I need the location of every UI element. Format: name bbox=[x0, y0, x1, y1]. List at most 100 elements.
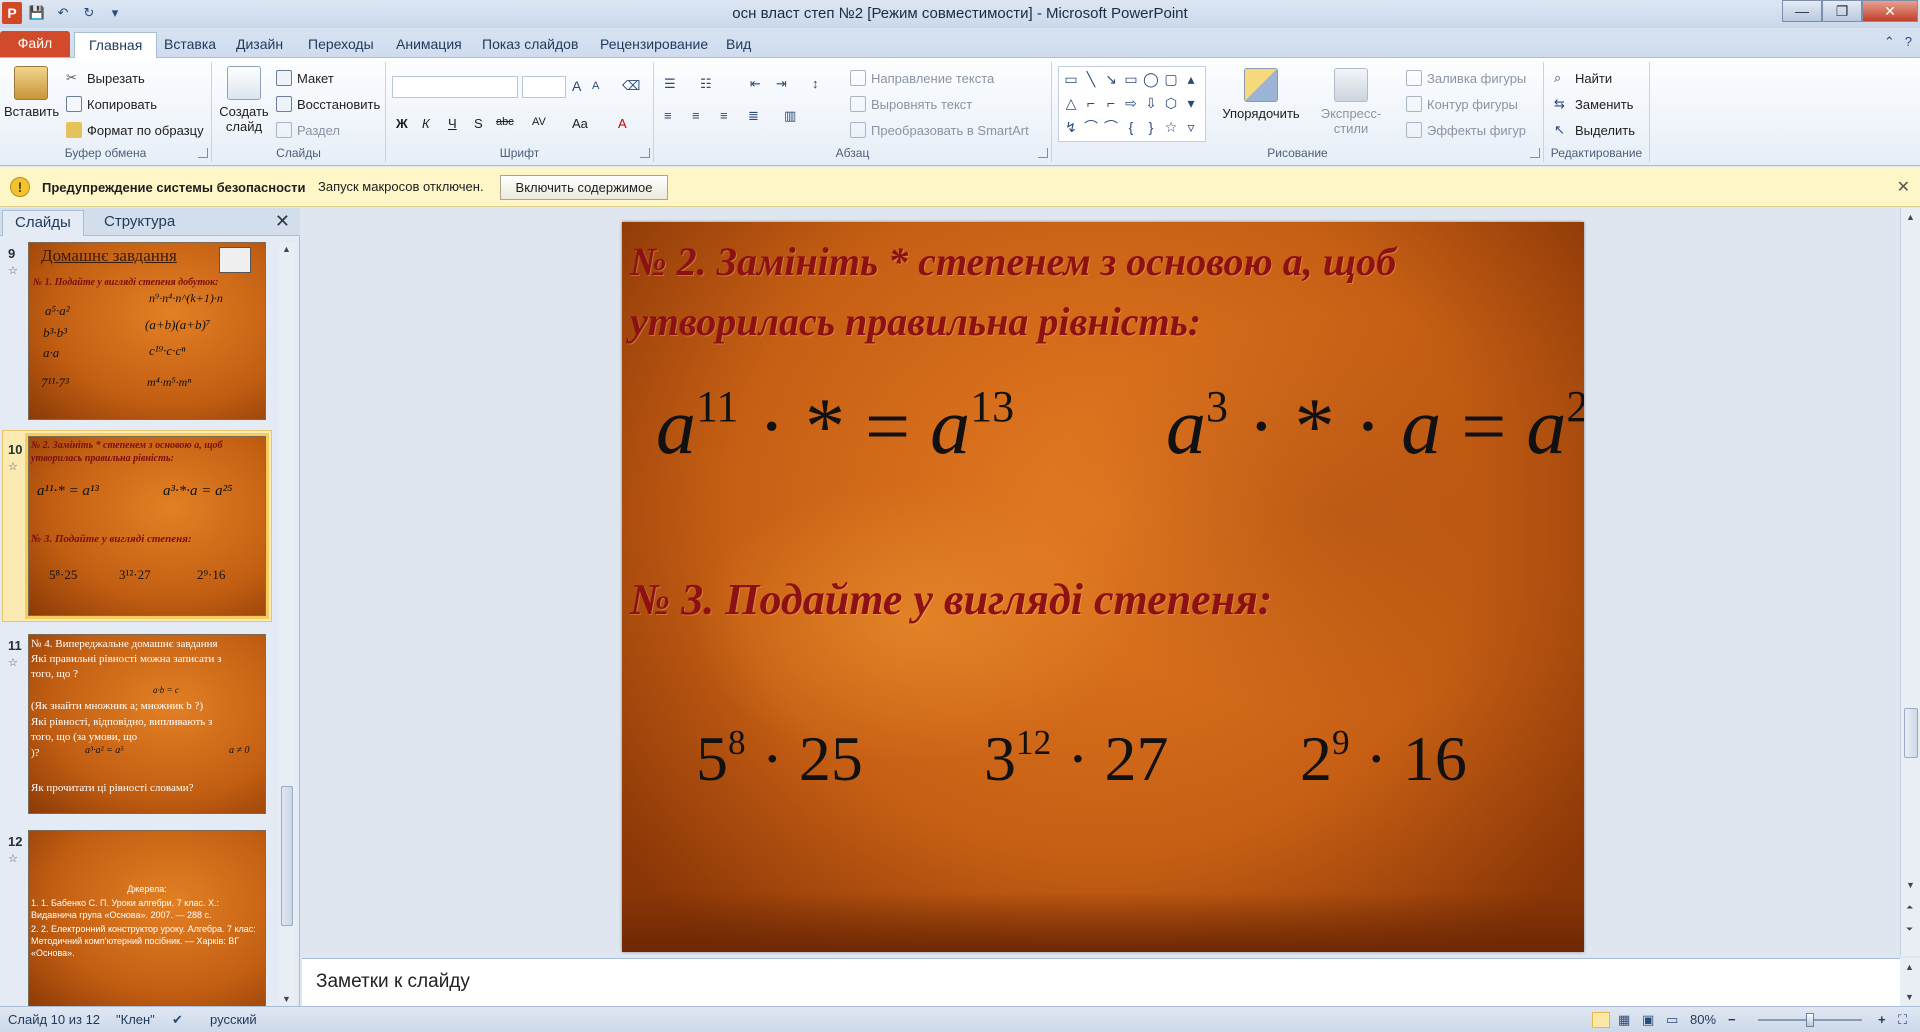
zoom-knob[interactable] bbox=[1806, 1013, 1814, 1027]
tab-slides[interactable]: Слайды bbox=[2, 210, 84, 236]
help-icon[interactable]: ? bbox=[1905, 34, 1912, 50]
italic-button[interactable]: К bbox=[422, 116, 430, 131]
align-right-icon[interactable]: ≡ bbox=[720, 108, 728, 123]
normal-view-icon[interactable] bbox=[1592, 1012, 1610, 1028]
change-case-button[interactable]: Aa bbox=[572, 116, 588, 131]
char-spacing-button[interactable]: AV bbox=[532, 116, 546, 128]
decrease-indent-icon[interactable]: ⇤ bbox=[750, 76, 761, 92]
tab-review[interactable]: Рецензирование bbox=[586, 32, 722, 58]
font-launcher-icon[interactable] bbox=[640, 148, 650, 158]
notes-pane[interactable]: Заметки к слайду bbox=[302, 958, 1900, 1006]
minimize-ribbon-icon[interactable]: ⌃ bbox=[1884, 34, 1895, 50]
slide-thumbnail-11[interactable]: № 4. Випереджальне домашнє завдання Які … bbox=[28, 634, 266, 814]
clipboard-launcher-icon[interactable] bbox=[198, 148, 208, 158]
align-left-icon[interactable]: ≡ bbox=[664, 108, 672, 123]
shape-textbox[interactable]: ▭ bbox=[1061, 67, 1081, 91]
line-spacing-icon[interactable]: ↕ bbox=[812, 76, 819, 91]
scroll-down-icon[interactable]: ▼ bbox=[1905, 992, 1914, 1002]
columns-icon[interactable]: ▥ bbox=[784, 108, 796, 124]
copy-button[interactable]: Копировать bbox=[66, 96, 157, 112]
clear-format-icon[interactable]: ⌫ bbox=[622, 78, 640, 94]
shape-arc-2[interactable]: ⌒ bbox=[1101, 115, 1121, 139]
slide-title-2[interactable]: № 3. Подайте у вигляді степеня: bbox=[630, 574, 1272, 625]
panel-scrollbar[interactable]: ▲ ▼ bbox=[279, 242, 295, 1006]
text-direction-button[interactable]: Направление текста bbox=[850, 70, 994, 86]
maximize-button[interactable]: ❐ bbox=[1822, 0, 1862, 22]
underline-button[interactable]: Ч bbox=[448, 116, 457, 131]
tab-insert[interactable]: Вставка bbox=[150, 32, 230, 58]
shape-right-arrow[interactable]: ⇨ bbox=[1121, 91, 1141, 115]
shape-star[interactable]: ☆ bbox=[1161, 115, 1181, 139]
scroll-up-icon[interactable]: ▲ bbox=[1906, 212, 1915, 222]
shape-line[interactable]: ╲ bbox=[1081, 67, 1101, 91]
shapes-gallery[interactable]: ▭ ╲ ↘ ▭ ◯ ▢ ▴ △ ⌐ ⌐ ⇨ ⇩ ⬡ ▾ ↯ ⌒ ⌒ { } ☆ bbox=[1058, 66, 1206, 142]
close-icon[interactable]: ✕ bbox=[1897, 177, 1910, 197]
zoom-out-icon[interactable]: − bbox=[1728, 1012, 1736, 1027]
font-name-select[interactable] bbox=[392, 76, 518, 98]
zoom-in-icon[interactable]: + bbox=[1878, 1012, 1886, 1027]
notes-scrollbar[interactable]: ▲ ▼ bbox=[1900, 958, 1920, 1006]
editor-scroll-thumb[interactable] bbox=[1904, 708, 1918, 758]
shape-rectangle[interactable]: ▭ bbox=[1121, 67, 1141, 91]
equation-2[interactable]: a3 · * · a = a25 bbox=[1166, 382, 1584, 473]
bullets-icon[interactable]: ☰ bbox=[664, 76, 676, 92]
theme-name[interactable]: "Клен" bbox=[116, 1012, 155, 1027]
font-color-button[interactable]: A bbox=[618, 116, 627, 131]
paragraph-launcher-icon[interactable] bbox=[1038, 148, 1048, 158]
slide-title[interactable]: № 2. Замініть * степенем з основою а, що… bbox=[630, 232, 1580, 352]
shape-fill-button[interactable]: Заливка фигуры bbox=[1406, 70, 1526, 86]
shape-effects-button[interactable]: Эффекты фигур bbox=[1406, 122, 1526, 138]
shape-rounded-rect[interactable]: ▢ bbox=[1161, 67, 1181, 91]
tab-design[interactable]: Дизайн bbox=[222, 32, 297, 58]
tab-file[interactable]: Файл bbox=[0, 31, 70, 57]
paste-button[interactable]: Вставить bbox=[4, 66, 59, 119]
reading-view-icon[interactable]: ▣ bbox=[1642, 1012, 1654, 1028]
select-button[interactable]: ↖ Выделить bbox=[1554, 122, 1635, 138]
tab-outline[interactable]: Структура bbox=[92, 210, 187, 236]
expression-1[interactable]: 58 · 25 bbox=[696, 722, 863, 796]
scroll-down-icon[interactable]: ▼ bbox=[1906, 880, 1915, 890]
shape-left-brace[interactable]: { bbox=[1121, 115, 1141, 139]
shape-arc[interactable]: ⌒ bbox=[1081, 115, 1101, 139]
fit-to-window-icon[interactable]: ⛶ bbox=[1898, 1012, 1907, 1028]
tab-view[interactable]: Вид bbox=[712, 32, 765, 58]
shape-right-brace[interactable]: } bbox=[1141, 115, 1161, 139]
enable-content-button[interactable]: Включить содержимое bbox=[500, 175, 668, 200]
close-panel-icon[interactable]: ✕ bbox=[275, 211, 290, 232]
shape-oval[interactable]: ◯ bbox=[1141, 67, 1161, 91]
language-indicator[interactable]: русский bbox=[210, 1012, 257, 1027]
shape-gallery-more-icon[interactable]: ▿ bbox=[1181, 115, 1201, 139]
slide-sorter-icon[interactable]: ▦ bbox=[1618, 1012, 1630, 1028]
shape-down-arrow[interactable]: ⇩ bbox=[1141, 91, 1161, 115]
find-button[interactable]: ⌕ Найти bbox=[1554, 70, 1612, 86]
shadow-button[interactable]: S bbox=[474, 116, 483, 131]
shape-triangle[interactable]: △ bbox=[1061, 91, 1081, 115]
panel-scroll-thumb[interactable] bbox=[281, 786, 293, 926]
equation-1[interactable]: a11 · * = a13 bbox=[656, 382, 1014, 473]
shape-hexagon[interactable]: ⬡ bbox=[1161, 91, 1181, 115]
bold-button[interactable]: Ж bbox=[396, 116, 408, 131]
replace-button[interactable]: ⇆ Заменить bbox=[1554, 96, 1633, 112]
zoom-slider[interactable] bbox=[1746, 1013, 1874, 1027]
scroll-up-icon[interactable]: ▲ bbox=[282, 244, 291, 254]
shrink-font-icon[interactable]: A bbox=[592, 80, 599, 92]
tab-animations[interactable]: Анимация bbox=[382, 32, 476, 58]
cut-button[interactable]: ✂ Вырезать bbox=[66, 70, 145, 86]
grow-font-icon[interactable]: A bbox=[572, 78, 581, 94]
align-center-icon[interactable]: ≡ bbox=[692, 108, 700, 123]
slide-thumbnail-10[interactable]: № 2. Замініть * степенем з основою а, що… bbox=[25, 433, 269, 619]
shape-outline-button[interactable]: Контур фигуры bbox=[1406, 96, 1518, 112]
next-slide-icon[interactable]: ⏷ bbox=[1906, 924, 1913, 935]
spellcheck-icon[interactable]: ✔ bbox=[172, 1012, 183, 1028]
tab-home[interactable]: Главная bbox=[74, 32, 158, 58]
zoom-level[interactable]: 80% bbox=[1690, 1012, 1716, 1027]
slide-thumbnail-12[interactable]: Джерела: 1. 1. Бабенко С. П. Уроки алгеб… bbox=[28, 830, 266, 1006]
shape-zigzag[interactable]: ↯ bbox=[1061, 115, 1081, 139]
justify-icon[interactable]: ≣ bbox=[748, 108, 759, 124]
format-painter-button[interactable]: Формат по образцу bbox=[66, 122, 204, 138]
minimize-button[interactable]: — bbox=[1782, 0, 1822, 22]
slide-thumbnail-9[interactable]: Домашнє завдання № 1. Подайте у вигляді … bbox=[28, 242, 266, 420]
increase-indent-icon[interactable]: ⇥ bbox=[776, 76, 787, 92]
shape-arrow-line[interactable]: ↘ bbox=[1101, 67, 1121, 91]
shape-gallery-down-icon[interactable]: ▾ bbox=[1181, 91, 1201, 115]
